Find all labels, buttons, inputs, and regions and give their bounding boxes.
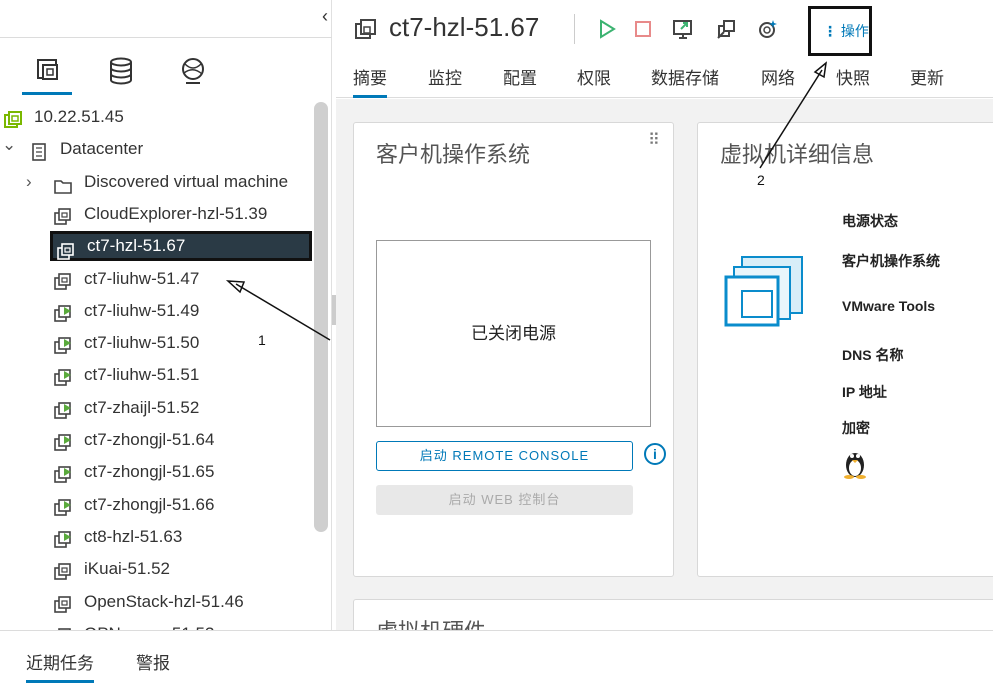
annotation-label-2: 2 bbox=[757, 172, 765, 188]
annotation-arrow-1 bbox=[235, 283, 331, 341]
annotation-arrowhead-2 bbox=[813, 61, 828, 79]
annotation-label-1: 1 bbox=[258, 332, 266, 348]
annotation-arrow-2 bbox=[759, 69, 823, 169]
annotation-overlay bbox=[225, 61, 828, 341]
annotation-arrowhead-1 bbox=[225, 280, 246, 294]
